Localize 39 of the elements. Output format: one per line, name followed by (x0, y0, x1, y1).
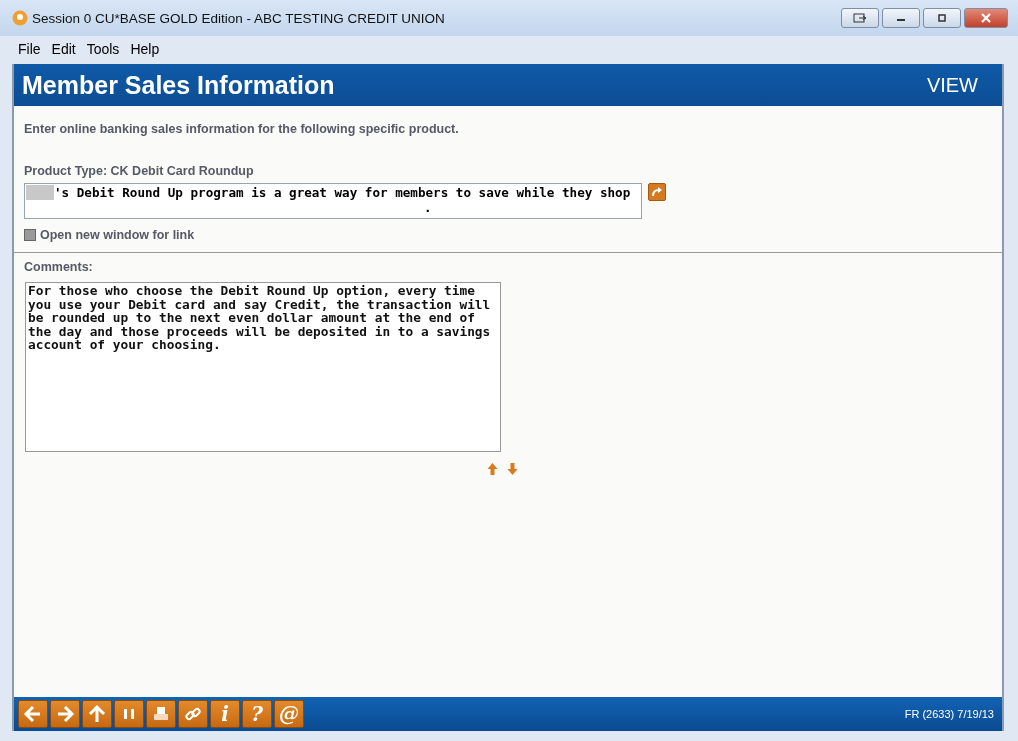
comments-label: Comments: (24, 260, 94, 274)
link-text: . (424, 200, 432, 215)
up-arrow-icon[interactable] (486, 462, 499, 476)
menu-item[interactable]: File (18, 41, 41, 57)
down-arrow-icon[interactable] (506, 462, 519, 476)
close-icon (980, 13, 992, 23)
maximize-icon (936, 13, 948, 23)
window-title: Session 0 CU*BASE GOLD Edition - ABC TESTING CREDIT UNION (32, 10, 445, 26)
minimize-button[interactable] (882, 8, 920, 28)
link-text: 's Debit Round Up program is a great way for members to save while they shop (54, 185, 631, 200)
forward-button[interactable] (50, 700, 80, 728)
checkbox-label: Open new window for link (40, 228, 195, 242)
menu-item[interactable]: Edit (51, 41, 76, 57)
close-button[interactable] (964, 8, 1008, 28)
menu-item[interactable]: Tools (86, 41, 120, 57)
link-field[interactable]: 's Debit Round Up program is a great way for members to save while they shop . (24, 183, 642, 219)
maximize-button[interactable] (923, 8, 961, 28)
link-button[interactable] (178, 700, 208, 728)
window-option-button[interactable] (841, 8, 879, 28)
up-button[interactable] (82, 700, 112, 728)
menu-item[interactable]: Help (130, 41, 160, 57)
up-arrow-icon (87, 704, 107, 724)
app-logo-icon (12, 10, 28, 26)
product-type-label: Product Type: CK Debit Card Roundup (24, 164, 255, 178)
page-title: Member Sales Information (22, 70, 335, 100)
comments-field[interactable]: For those who choose the Debit Round Up option, every time you use your Debit card and say Credit, the transaction will be rounded up to the next even dollar amount at the end of the day and those proceeds will be deposited in to a savings account of your choosing. (25, 282, 501, 452)
view-mode-label: VIEW (926, 73, 978, 97)
window-switch-icon (853, 13, 867, 23)
checkbox[interactable] (24, 229, 36, 241)
status-text: FR (2633) 7/19/13 (904, 708, 994, 720)
right-arrow-icon (55, 704, 75, 724)
left-arrow-icon (23, 704, 43, 724)
print-button[interactable] (146, 700, 176, 728)
back-button[interactable] (18, 700, 48, 728)
intro-text: Enter online banking sales information for the following specific product. (24, 122, 460, 136)
curved-arrow-icon (651, 186, 663, 198)
redacted-block (26, 185, 54, 200)
pause-button[interactable] (114, 700, 144, 728)
go-link-button[interactable] (648, 183, 666, 201)
